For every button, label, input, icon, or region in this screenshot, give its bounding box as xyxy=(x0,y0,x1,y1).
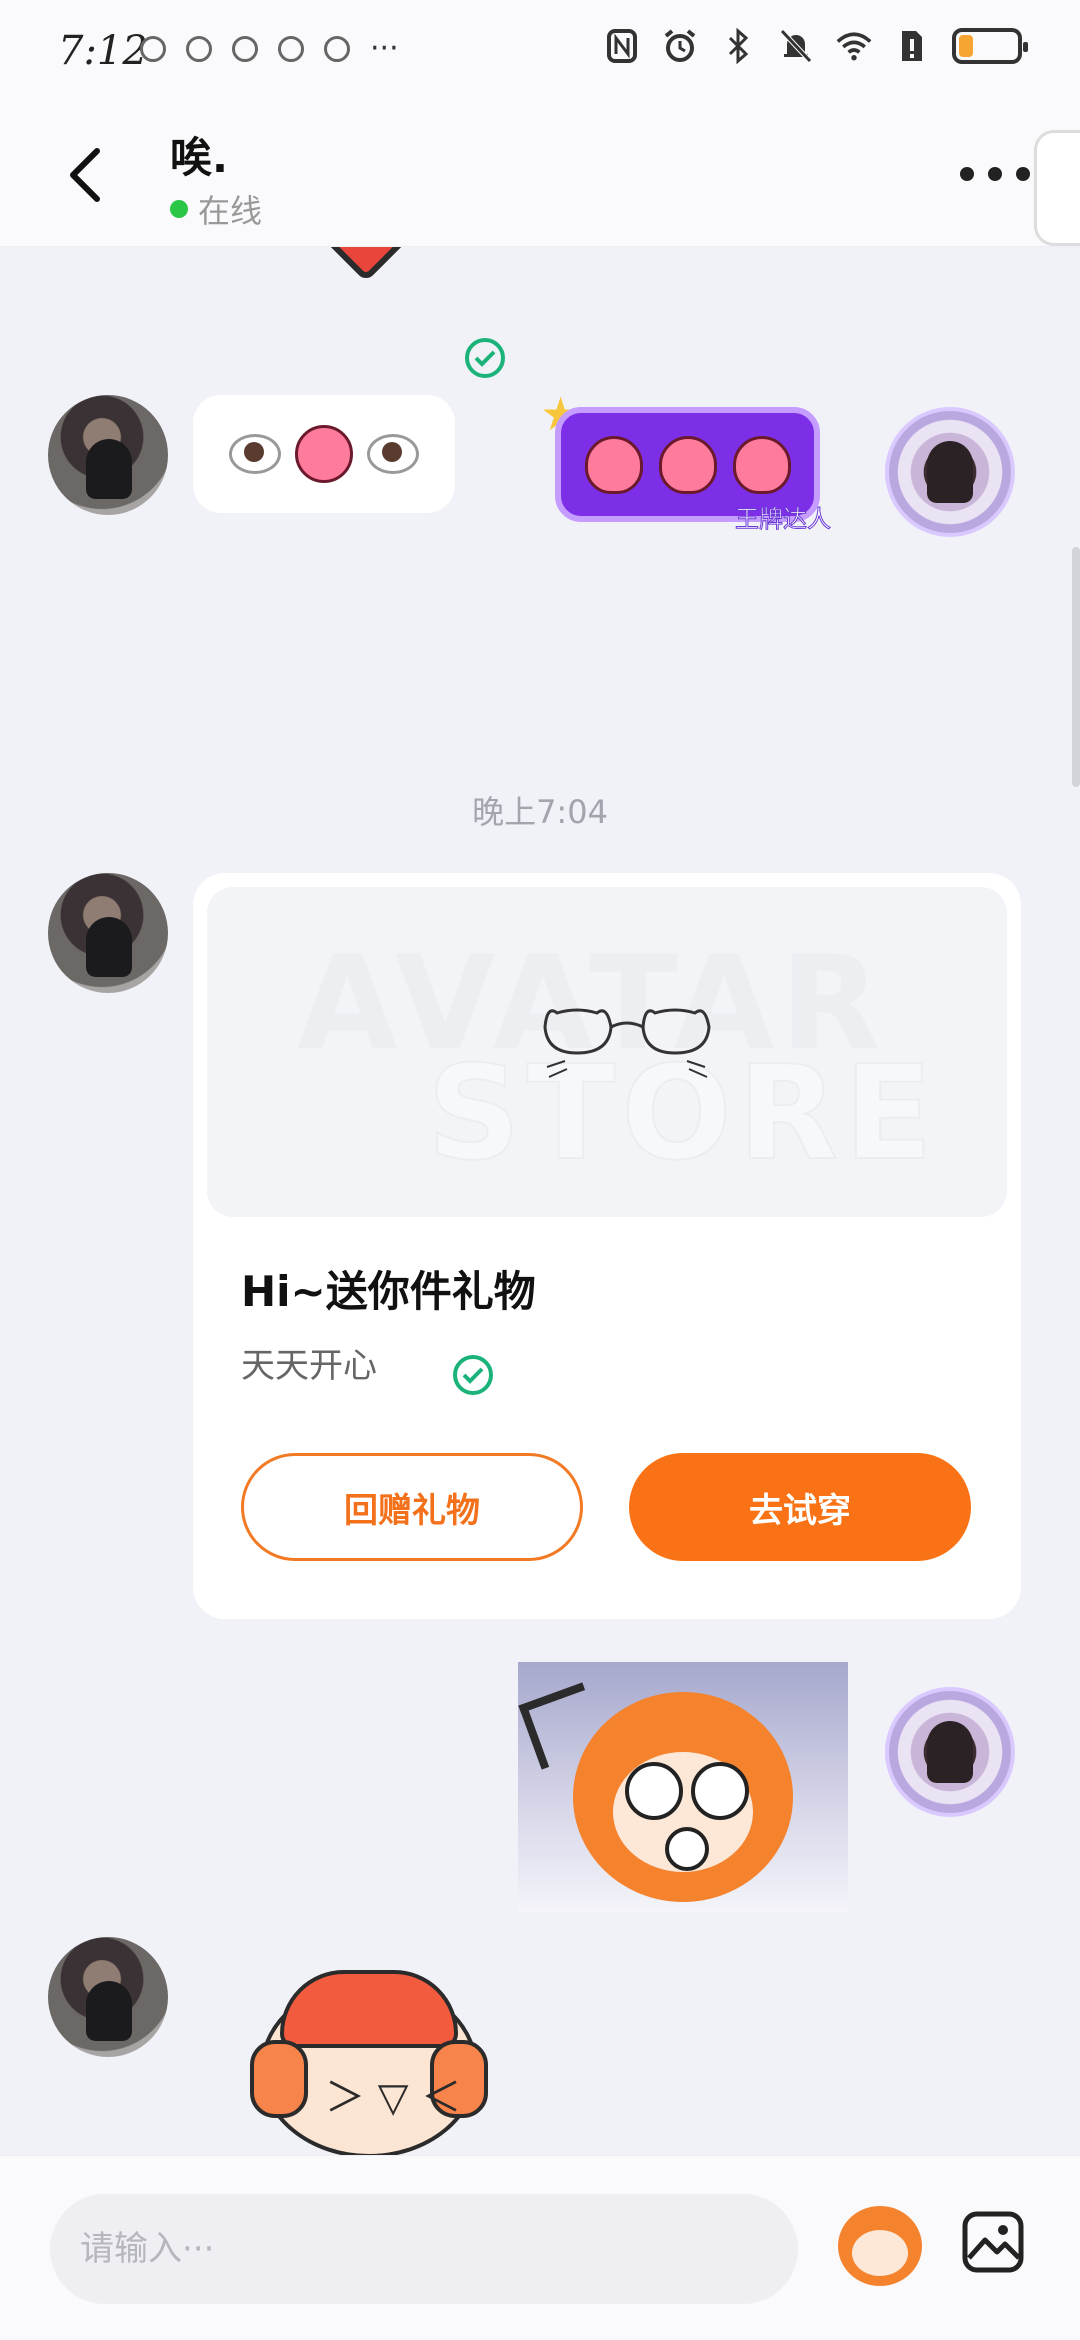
sim-icon xyxy=(894,26,930,66)
app-notification-icon xyxy=(232,36,258,62)
online-dot-icon xyxy=(170,200,188,218)
gift-subtitle: 天天开心 xyxy=(241,1346,377,1386)
tongue-emoji-icon xyxy=(732,435,791,494)
wifi-icon xyxy=(836,26,872,66)
tongue-emoji-icon xyxy=(584,435,643,494)
tongue-emoji-icon xyxy=(658,435,717,494)
heart-sticker-partial xyxy=(270,247,440,297)
chat-header: 唉. 在线 xyxy=(0,100,1080,247)
sent-sticker-image[interactable] xyxy=(518,1662,848,1912)
gift-card[interactable]: AVATAR STORE Hi~送你件礼物 天天开心 回赠礼物 去试穿 xyxy=(193,873,1021,1619)
tongue-emoji-icon xyxy=(295,425,353,483)
received-message-bubble[interactable] xyxy=(193,395,455,513)
happy-face-icon: ＞ ▽ ＜ xyxy=(325,2075,462,2121)
system-icons xyxy=(604,26,1028,66)
more-dot-icon xyxy=(988,167,1002,181)
sticker-face-icon xyxy=(838,2206,922,2286)
try-on-button[interactable]: 去试穿 xyxy=(629,1453,971,1561)
chevron-left-icon xyxy=(70,148,100,202)
eye-emoji-icon xyxy=(367,434,419,474)
gift-title: Hi~送你件礼物 xyxy=(241,1267,536,1316)
image-button[interactable] xyxy=(958,2202,1028,2282)
bubble-decoration-tag: 王牌达人 xyxy=(735,505,832,534)
floating-side-tab[interactable] xyxy=(1034,130,1080,246)
peer-status-text: 在线 xyxy=(198,192,263,230)
peer-avatar[interactable] xyxy=(48,873,168,993)
input-bar xyxy=(0,2155,1080,2340)
eye-emoji-icon xyxy=(229,434,281,474)
peer-avatar[interactable] xyxy=(48,1937,168,2057)
more-options-button[interactable] xyxy=(960,154,1030,194)
status-time: 7:12 xyxy=(58,28,148,74)
bluetooth-icon xyxy=(720,26,756,66)
cat-glasses-icon xyxy=(543,1008,711,1078)
self-avatar[interactable] xyxy=(885,407,1015,537)
shocked-character-sticker xyxy=(573,1692,793,1902)
image-icon xyxy=(962,2211,1024,2273)
back-button[interactable] xyxy=(50,140,120,210)
scrollbar[interactable] xyxy=(1072,547,1080,787)
message-timestamp: 晚上7:04 xyxy=(472,793,608,831)
battery-level xyxy=(959,35,973,57)
sent-check-icon xyxy=(465,338,505,378)
sent-check-icon xyxy=(453,1355,493,1395)
self-avatar[interactable] xyxy=(885,1687,1015,1817)
return-gift-button[interactable]: 回赠礼物 xyxy=(241,1453,583,1561)
app-notification-icon xyxy=(140,36,166,62)
mute-bell-icon xyxy=(778,26,814,66)
more-dot-icon xyxy=(1016,167,1030,181)
battery-icon xyxy=(952,28,1028,64)
notification-icons: ··· xyxy=(140,31,399,66)
app-notification-icon xyxy=(324,36,350,62)
nfc-icon xyxy=(604,26,640,66)
more-dot-icon xyxy=(960,167,974,181)
status-bar: 7:12 ··· xyxy=(0,0,1080,100)
app-notification-icon xyxy=(186,36,212,62)
alarm-icon xyxy=(662,26,698,66)
more-notifications-indicator: ··· xyxy=(370,31,399,66)
peer-status: 在线 xyxy=(170,186,262,232)
app-notification-icon xyxy=(278,36,304,62)
peer-avatar[interactable] xyxy=(48,395,168,515)
sticker-button[interactable] xyxy=(830,2196,930,2296)
gift-banner[interactable]: AVATAR STORE xyxy=(207,887,1007,1217)
received-sticker-image[interactable]: ＞ ▽ ＜ xyxy=(250,1970,488,2158)
chat-screen: 7:12 ··· 唉. 在线 ★ 王牌达人 晚上7:04 AVATAR STOR… xyxy=(0,0,1080,2340)
message-input[interactable] xyxy=(50,2194,798,2304)
peer-name[interactable]: 唉. xyxy=(170,124,228,185)
